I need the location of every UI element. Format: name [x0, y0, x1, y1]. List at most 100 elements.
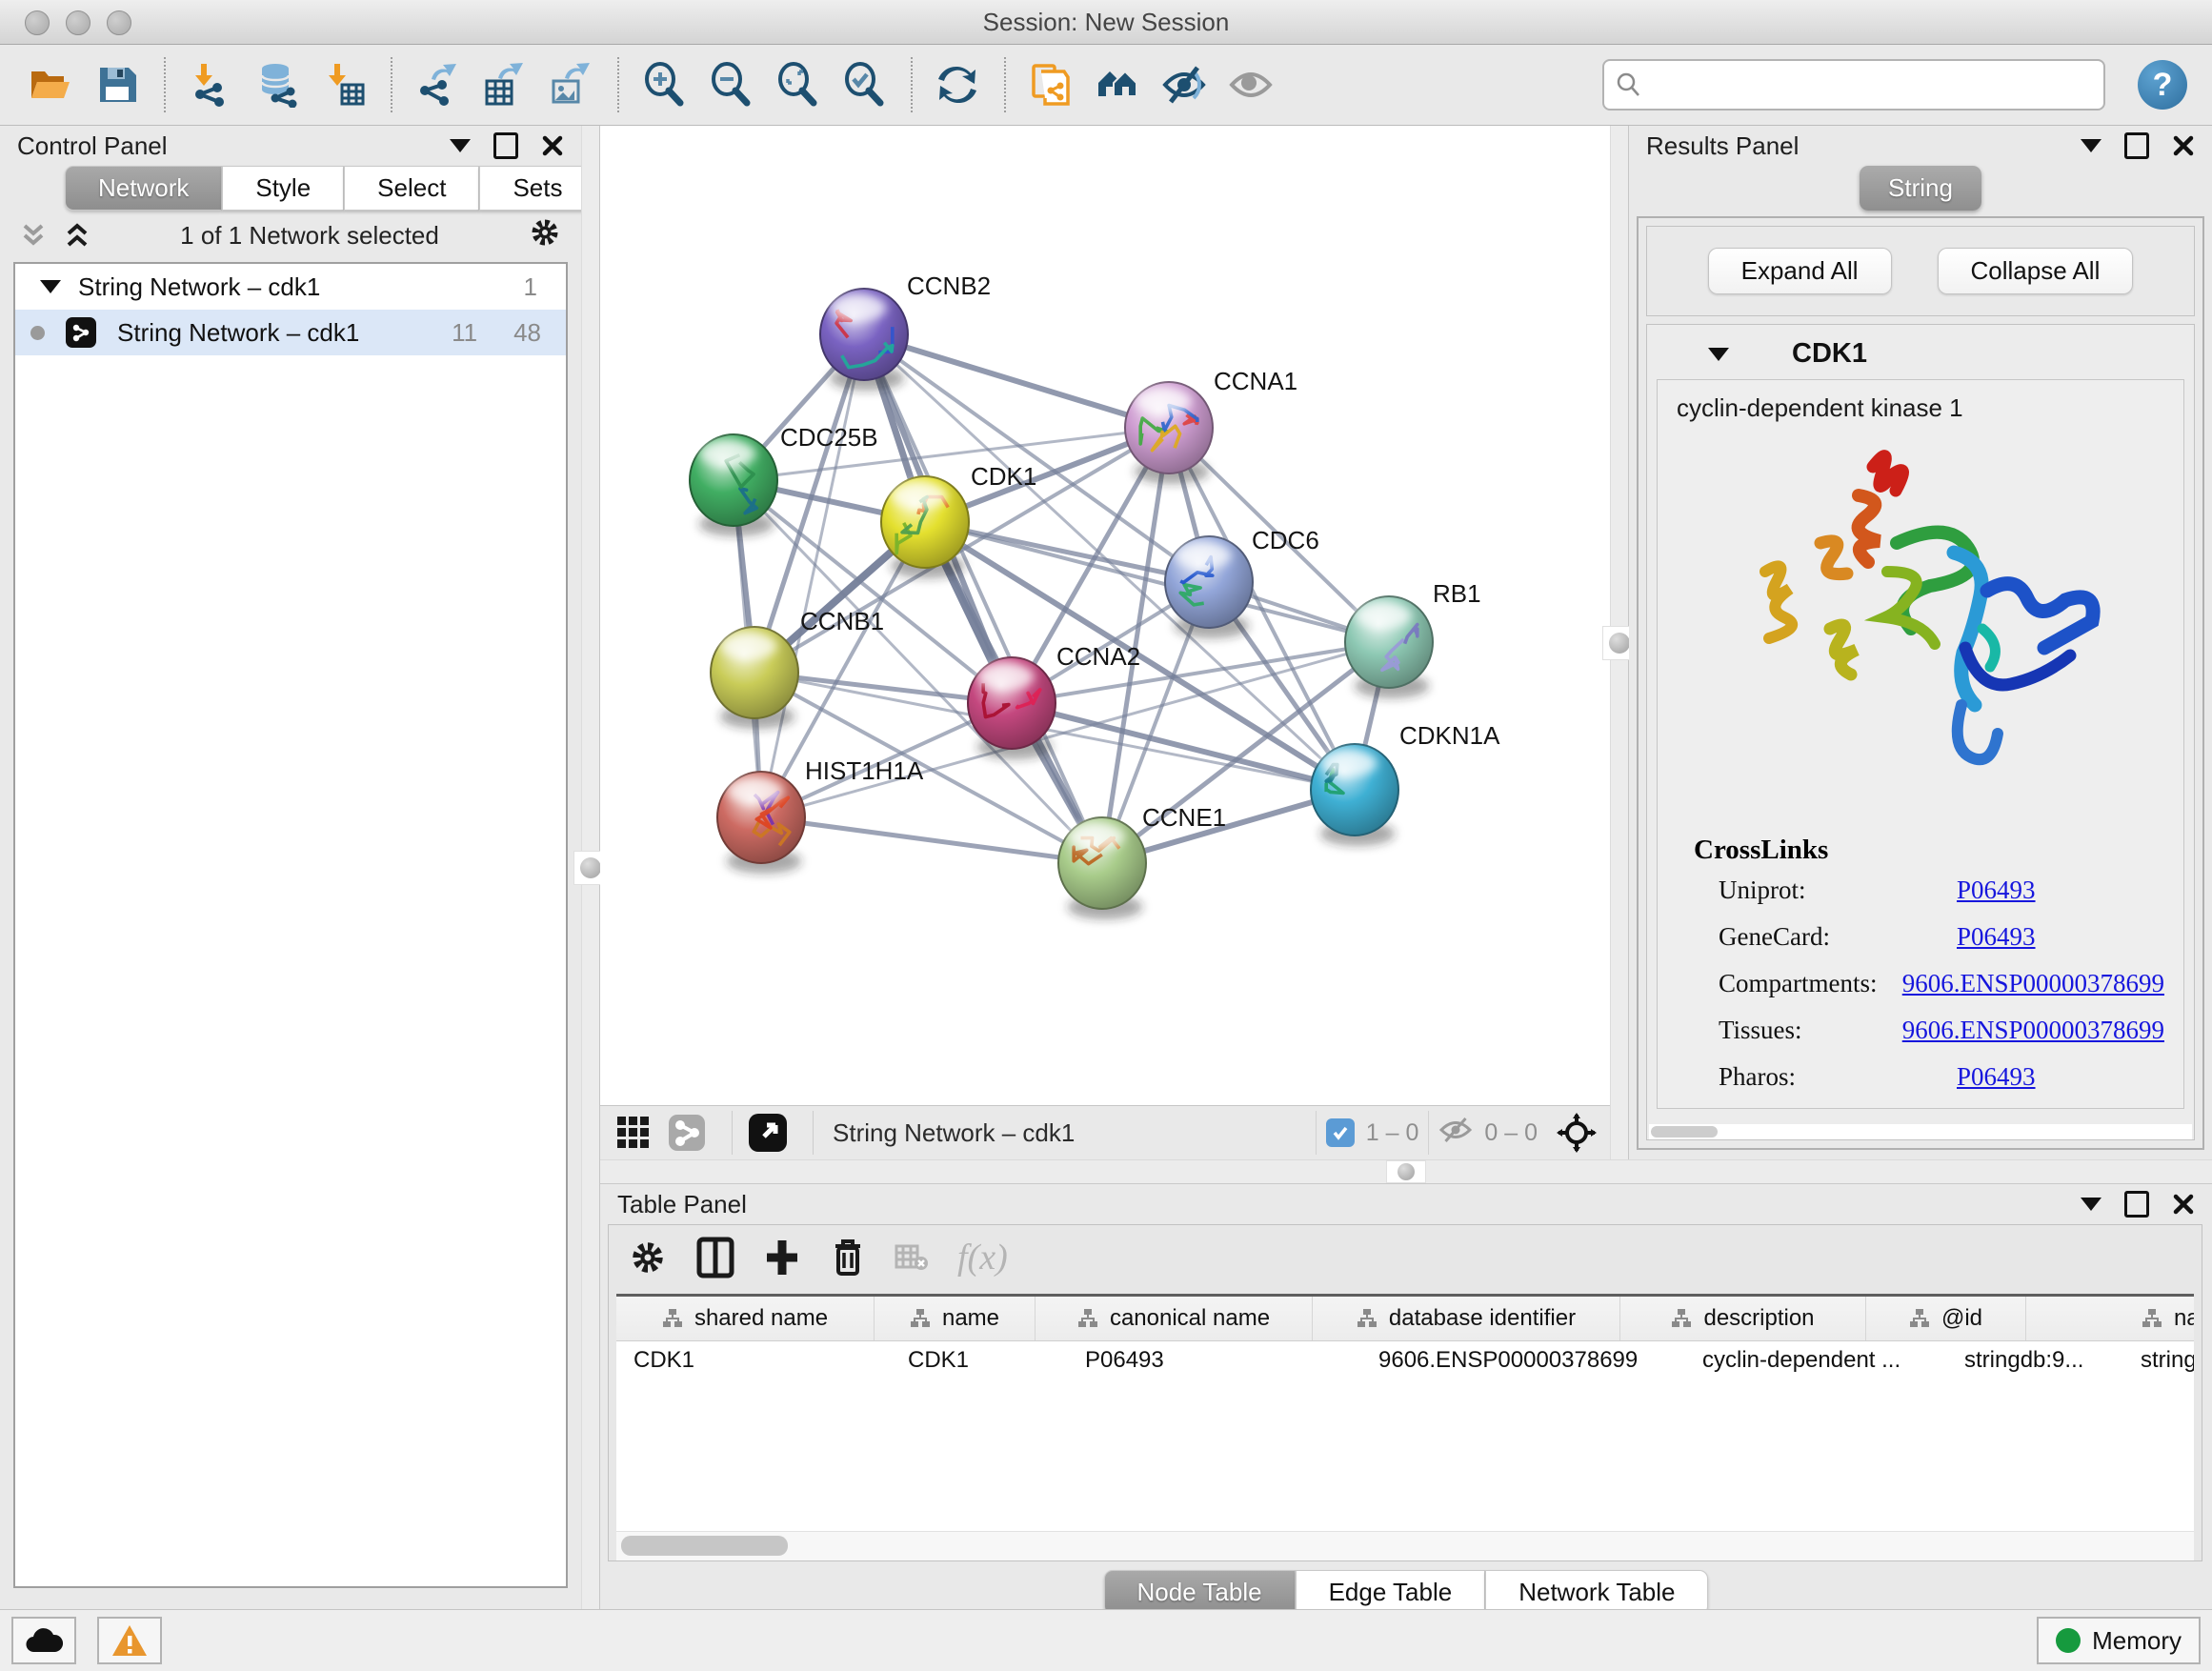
save-session-icon[interactable] — [91, 57, 143, 112]
zoom-selected-icon[interactable] — [838, 57, 890, 112]
cloud-status-button[interactable] — [11, 1617, 76, 1664]
network-node-CDC6[interactable]: CDC6 — [1165, 526, 1319, 638]
network-edge[interactable] — [864, 334, 1169, 428]
table-cell[interactable]: CDK1 — [891, 1341, 1068, 1379]
minimize-window-button[interactable] — [66, 10, 90, 35]
collapse-all-tree-icon[interactable] — [19, 220, 48, 251]
network-node-CCNA1[interactable]: CCNA1 — [1125, 367, 1297, 484]
import-network-from-database-icon[interactable] — [251, 57, 303, 112]
network-edge[interactable] — [761, 817, 1102, 863]
refresh-network-icon[interactable] — [932, 57, 983, 112]
network-node-RB1[interactable]: RB1 — [1345, 579, 1481, 698]
close-panel-icon[interactable] — [2172, 1193, 2195, 1216]
hidden-eye-icon — [1438, 1116, 1473, 1151]
network-share-icon[interactable] — [665, 1111, 709, 1155]
tab-style[interactable]: Style — [222, 166, 344, 211]
panel-menu-icon[interactable] — [450, 139, 471, 152]
export-image-icon[interactable] — [545, 57, 596, 112]
export-table-icon[interactable] — [478, 57, 530, 112]
tab-network-table[interactable]: Network Table — [1485, 1570, 1708, 1615]
network-node-CDKN1A[interactable]: CDKN1A — [1311, 721, 1500, 846]
first-neighbors-icon[interactable] — [1025, 57, 1076, 112]
panel-menu-icon[interactable] — [2081, 1198, 2101, 1211]
table-cell[interactable]: CDK1 — [616, 1341, 891, 1379]
network-options-gear-icon[interactable] — [528, 215, 562, 256]
show-hidden-icon[interactable] — [1225, 57, 1277, 112]
tab-network[interactable]: Network — [65, 166, 222, 211]
crosslink-link[interactable]: 9606.ENSP00000378699 — [1902, 969, 2164, 998]
crosslink-link[interactable]: 9606.ENSP00000378699 — [1902, 1016, 2164, 1045]
warning-status-button[interactable] — [97, 1617, 162, 1664]
column-header-shared-name[interactable]: shared name — [616, 1297, 875, 1340]
delete-column-icon[interactable] — [830, 1237, 866, 1278]
results-horizontal-scrollbar[interactable] — [1649, 1124, 2192, 1139]
table-cell[interactable]: stringdb:9... — [1947, 1341, 2123, 1379]
zoom-out-icon[interactable] — [705, 57, 756, 112]
tab-node-table[interactable]: Node Table — [1104, 1570, 1296, 1615]
panel-menu-icon[interactable] — [2081, 139, 2101, 152]
results-panel-splitter[interactable] — [1610, 126, 1629, 1159]
float-panel-icon[interactable] — [2124, 132, 2149, 159]
table-panel-splitter[interactable] — [600, 1159, 2212, 1184]
tab-sets[interactable]: Sets — [479, 166, 595, 211]
tab-string[interactable]: String — [1860, 166, 1981, 211]
crosslink-link[interactable]: P06493 — [1957, 1062, 2036, 1092]
float-panel-icon[interactable] — [493, 132, 518, 159]
column-header-canonical-name[interactable]: canonical name — [1036, 1297, 1313, 1340]
hide-selected-icon[interactable] — [1158, 57, 1210, 112]
network-node-HIST1H1A[interactable]: HIST1H1A — [717, 756, 924, 874]
expand-all-button[interactable]: Expand All — [1708, 248, 1892, 294]
tab-select[interactable]: Select — [344, 166, 479, 211]
float-panel-icon[interactable] — [2124, 1191, 2149, 1218]
pan-crosshair-icon[interactable] — [1555, 1111, 1599, 1155]
zoom-in-icon[interactable] — [638, 57, 690, 112]
maximize-window-button[interactable] — [107, 10, 131, 35]
selected-nodes-checkbox[interactable] — [1326, 1118, 1355, 1147]
network-collection-row[interactable]: String Network – cdk1 1 — [15, 264, 566, 310]
table-cell[interactable]: 9606.ENSP00000378699 — [1361, 1341, 1685, 1379]
network-edge[interactable] — [761, 334, 864, 817]
close-panel-icon[interactable] — [2172, 134, 2195, 157]
network-node-CCNB1[interactable]: CCNB1 — [711, 607, 884, 729]
table-options-gear-icon[interactable] — [628, 1238, 668, 1278]
control-panel-splitter[interactable] — [581, 126, 600, 1609]
import-table-from-file-icon[interactable] — [318, 57, 370, 112]
column-type-icon — [910, 1308, 931, 1329]
memory-button[interactable]: Memory — [2037, 1617, 2201, 1664]
export-network-icon[interactable] — [412, 57, 463, 112]
crosslink-link[interactable]: P06493 — [1957, 922, 2036, 952]
network-node-CCNE1[interactable]: CCNE1 — [1058, 803, 1226, 919]
column-header-name[interactable]: name — [875, 1297, 1036, 1340]
help-button[interactable]: ? — [2138, 60, 2187, 110]
column-header-namespace[interactable]: namespace — [2026, 1297, 2194, 1340]
show-all-networks-icon[interactable] — [1092, 57, 1143, 112]
zoom-fit-content-icon[interactable] — [772, 57, 823, 112]
table-horizontal-scrollbar[interactable] — [616, 1531, 2194, 1560]
search-input[interactable] — [1652, 70, 2092, 99]
table-cell[interactable]: stringdb — [2123, 1341, 2194, 1379]
column-header--id[interactable]: @id — [1866, 1297, 2026, 1340]
network-row[interactable]: String Network – cdk1 11 48 — [15, 310, 566, 355]
close-window-button[interactable] — [25, 10, 50, 35]
column-header-label: shared name — [694, 1305, 828, 1332]
table-cell[interactable]: P06493 — [1068, 1341, 1361, 1379]
show-columns-icon[interactable] — [696, 1237, 734, 1278]
table-row[interactable]: CDK1CDK1P064939606.ENSP00000378699cyclin… — [616, 1341, 2194, 1379]
column-header-database-identifier[interactable]: database identifier — [1313, 1297, 1620, 1340]
network-canvas[interactable]: CCNB2CCNA1CDC25BCDK1CDC6RB1CCNB1CCNA2CDK… — [600, 126, 1610, 1105]
collapse-all-button[interactable]: Collapse All — [1938, 248, 2134, 294]
column-header-description[interactable]: description — [1620, 1297, 1866, 1340]
expand-all-tree-icon[interactable] — [63, 220, 91, 251]
import-network-from-file-icon[interactable] — [185, 57, 236, 112]
grid-view-icon[interactable] — [612, 1111, 655, 1155]
collection-expand-icon[interactable] — [40, 280, 61, 293]
string-results-container: Expand All Collapse All CDK1 cyclin-depe… — [1637, 216, 2204, 1150]
close-panel-icon[interactable] — [541, 134, 564, 157]
tab-edge-table[interactable]: Edge Table — [1296, 1570, 1486, 1615]
table-cell[interactable]: cyclin-dependent ... — [1685, 1341, 1947, 1379]
birds-eye-view-icon[interactable] — [746, 1111, 790, 1155]
gene-collapse-icon[interactable] — [1708, 348, 1729, 361]
open-session-icon[interactable] — [25, 57, 76, 112]
crosslink-link[interactable]: P06493 — [1957, 876, 2036, 905]
add-column-icon[interactable] — [763, 1237, 801, 1278]
